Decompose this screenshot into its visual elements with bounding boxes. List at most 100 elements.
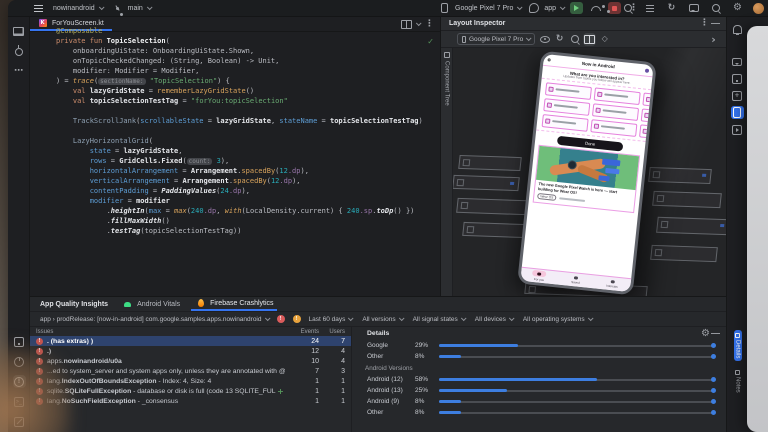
left-tool-strip (8, 17, 30, 432)
issue-row[interactable]: !.)124 (30, 346, 351, 356)
inspector-device-selector[interactable]: Google Pixel 7 Pro (457, 33, 535, 45)
non-fatal-filter-icon[interactable]: ! (293, 315, 301, 323)
chat-icon[interactable] (687, 2, 700, 15)
details-row-label: Other (367, 409, 415, 416)
tab-android-vitals[interactable]: Android Vitals (118, 297, 183, 311)
filter-all-operating-systems[interactable]: All operating systems (523, 316, 592, 323)
expand-icon[interactable] (707, 33, 720, 46)
flame-icon[interactable] (194, 297, 207, 310)
emulator-icon[interactable] (731, 89, 744, 102)
inspector-viewport[interactable]: Now in Android What are you interested i… (453, 48, 726, 296)
code-line: onTopicCheckedChanged: (String, Boolean)… (56, 56, 423, 66)
refresh-icon[interactable] (553, 33, 566, 46)
details-row-label: Android (13) (367, 387, 415, 394)
view-options-icon[interactable] (538, 33, 551, 46)
sync-icon[interactable] (665, 2, 678, 15)
side-tab-details[interactable]: Details (734, 330, 742, 361)
more-icon[interactable] (12, 65, 25, 78)
fatal-issue-icon: ! (36, 388, 43, 395)
device-selector[interactable]: Google Pixel 7 Pro (438, 2, 521, 15)
users-count: 1 (319, 378, 345, 385)
app-quality-insights-icon[interactable] (13, 375, 26, 388)
chevron-down-icon (560, 4, 566, 10)
code-content[interactable]: @Composableprivate fun TopicSelection( o… (56, 26, 423, 236)
minimize-icon[interactable]: — (711, 19, 720, 28)
avatar[interactable] (753, 3, 764, 14)
devices-icon[interactable] (13, 335, 26, 348)
phone-app-title: Now in Android (582, 61, 615, 69)
events-column-header[interactable]: Events (285, 329, 319, 335)
build-icon[interactable] (13, 415, 26, 428)
aqi-scope-selector[interactable]: app › prodRelease: [now-in-android] com.… (40, 316, 269, 323)
terminal-icon[interactable] (13, 395, 26, 408)
filter-icon[interactable] (643, 2, 656, 15)
git-icon[interactable] (599, 2, 612, 15)
search-icon[interactable] (709, 2, 722, 15)
history-icon[interactable] (13, 355, 26, 368)
filter-last-60-days[interactable]: Last 60 days (309, 316, 353, 323)
device-icon (462, 36, 466, 43)
fatal-issue-icon: ! (36, 398, 43, 405)
main-menu-icon[interactable] (32, 2, 45, 15)
layer-outline (458, 155, 522, 171)
issue-row[interactable]: !lang.IndexOutOfBoundsException - Index:… (30, 376, 351, 386)
code-editor: ForYouScreen.kt @Composableprivate fun T… (30, 17, 440, 296)
details-row-percent: 8% (415, 353, 439, 360)
details-minimize-icon[interactable]: — (711, 329, 720, 338)
tab-firebase-crashlytics[interactable]: Firebase Crashlytics (191, 297, 276, 311)
nav-item-for-you: For you (520, 268, 558, 285)
project-folder-icon[interactable] (12, 25, 25, 38)
title-bar: nowinandroid main Google Pixel 7 Pro app (8, 0, 768, 17)
run-button[interactable] (570, 2, 583, 14)
run-config-selector[interactable]: app (527, 2, 564, 15)
phone-news-card: The new Google Pixel Watch is here — sta… (533, 145, 641, 214)
issue-row[interactable]: !. (has extras) )247 (30, 336, 351, 346)
device-render[interactable]: Now in Android What are you interested i… (517, 51, 657, 296)
users-column-header[interactable]: Users (319, 329, 345, 335)
filter-all-signal-states[interactable]: All signal states (413, 316, 465, 323)
find-icon[interactable] (621, 2, 634, 15)
chat-icon[interactable] (731, 55, 744, 68)
issue-row[interactable]: ! sqlite.SQLiteFullException - database o… (30, 386, 351, 396)
fatal-issue-icon: ! (36, 358, 43, 365)
events-count: 10 (285, 358, 319, 365)
issues-column-header[interactable]: Issues (30, 329, 285, 335)
details-settings-icon[interactable] (700, 328, 711, 339)
left-strip-top (12, 25, 25, 78)
filter-all-devices[interactable]: All devices (475, 316, 513, 323)
component-tree-tab[interactable]: Component Tree (441, 48, 453, 296)
project-selector[interactable]: nowinandroid (53, 5, 103, 12)
note-indicator-icon[interactable] (276, 385, 285, 398)
filter-all-versions[interactable]: All versions (362, 316, 402, 323)
notifications-icon[interactable] (731, 23, 744, 36)
running-devices-icon[interactable] (731, 106, 744, 119)
component-tree-icon (444, 52, 450, 58)
inspections-ok-icon[interactable]: ✓ (427, 37, 434, 46)
issue-row[interactable]: !lang.NoSuchFieldException - _consensus1… (30, 396, 351, 406)
users-count: 7 (319, 338, 345, 345)
search-icon (547, 58, 550, 61)
topic-chip (592, 103, 639, 121)
issue-row[interactable]: !...ed to system_server and system apps … (30, 366, 351, 376)
panel-options-icon[interactable] (698, 17, 711, 30)
zoom-icon[interactable] (568, 33, 581, 46)
rotate-3d-icon[interactable] (598, 33, 611, 46)
users-count: 4 (319, 348, 345, 355)
code-line: .heightIn(max = max(240.dp, with(LocalDe… (56, 206, 423, 216)
settings-icon[interactable] (731, 2, 744, 15)
aqi-side-tabs: Details Notes (727, 330, 748, 396)
kotlin-file-icon (36, 17, 49, 30)
android-icon[interactable] (121, 298, 134, 311)
code-line: state = lazyGridState, (56, 146, 423, 156)
details-row-percent: 58% (415, 376, 439, 383)
fatal-filter-icon[interactable]: ! (277, 315, 285, 323)
commit-icon[interactable] (12, 45, 25, 58)
editor-options-icon[interactable] (423, 18, 436, 31)
device-manager-icon[interactable] (731, 72, 744, 85)
side-tab-notes[interactable]: Notes (734, 367, 742, 396)
issue-title: sqlite.SQLiteFullException - database or… (47, 388, 276, 395)
branch-selector[interactable]: main (111, 2, 151, 15)
device-explorer-icon[interactable] (731, 123, 744, 136)
issue-row[interactable]: !apps.nowinandroid/u0a104 (30, 356, 351, 366)
panes-icon[interactable] (583, 33, 596, 46)
